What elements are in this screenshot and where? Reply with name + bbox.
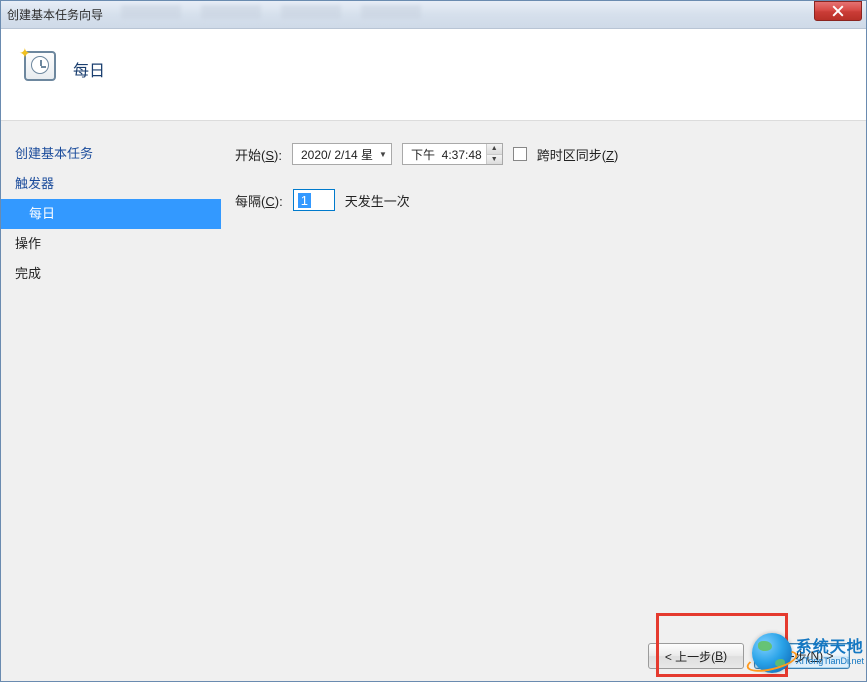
spinner-up-button[interactable]: ▲ — [487, 144, 502, 155]
wizard-body: 创建基本任务 触发器 每日 操作 完成 开始(S): 2020/ 2/14 — [1, 121, 866, 639]
start-label: 开始(S): — [235, 145, 282, 164]
wizard-sidebar: 创建基本任务 触发器 每日 操作 完成 — [1, 121, 221, 639]
chevron-down-icon: ▼ — [379, 150, 387, 159]
next-button[interactable]: 下一步(N) > — [754, 643, 850, 669]
titlebar: 创建基本任务向导 — [1, 1, 866, 29]
wizard-footer: < 上一步(B) 下一步(N) > — [648, 643, 850, 669]
close-button[interactable] — [814, 1, 862, 21]
wizard-content: 开始(S): 2020/ 2/14 星 ▼ 下午 4:37:48 ▲ ▼ — [221, 121, 866, 639]
sync-timezone-checkbox[interactable] — [513, 147, 527, 161]
back-button[interactable]: < 上一步(B) — [648, 643, 744, 669]
sidebar-item-label: 触发器 — [15, 176, 54, 191]
start-row: 开始(S): 2020/ 2/14 星 ▼ 下午 4:37:48 ▲ ▼ — [235, 143, 846, 165]
sidebar-item-trigger[interactable]: 触发器 — [1, 169, 221, 199]
page-title: 每日 — [73, 57, 105, 81]
wizard-header: ✦ 每日 — [1, 29, 866, 121]
sidebar-item-create-task[interactable]: 创建基本任务 — [1, 139, 221, 169]
interval-suffix-label: 天发生一次 — [345, 191, 410, 210]
sidebar-item-label: 完成 — [15, 266, 41, 281]
start-date-picker[interactable]: 2020/ 2/14 星 ▼ — [292, 143, 392, 165]
sidebar-item-label: 操作 — [15, 236, 41, 251]
sidebar-item-action[interactable]: 操作 — [1, 229, 221, 259]
time-value: 下午 4:37:48 — [403, 146, 486, 163]
interval-value: 1 — [298, 193, 311, 208]
close-icon — [832, 5, 844, 17]
window-title: 创建基本任务向导 — [7, 6, 103, 23]
titlebar-blur-decor — [121, 5, 521, 23]
time-spinner: ▲ ▼ — [486, 144, 502, 164]
schedule-icon: ✦ — [21, 47, 57, 83]
spinner-down-button[interactable]: ▼ — [487, 155, 502, 165]
sidebar-item-finish[interactable]: 完成 — [1, 259, 221, 289]
sidebar-item-daily[interactable]: 每日 — [1, 199, 221, 229]
interval-label: 每隔(C): — [235, 191, 283, 210]
interval-input[interactable]: 1 — [293, 189, 335, 211]
date-value: 2020/ 2/14 星 — [301, 146, 373, 163]
interval-row: 每隔(C): 1 天发生一次 — [235, 189, 846, 211]
start-time-picker[interactable]: 下午 4:37:48 ▲ ▼ — [402, 143, 503, 165]
wizard-window: 创建基本任务向导 ✦ 每日 创建基本任务 触发器 每日 — [0, 0, 867, 682]
sync-timezone-label: 跨时区同步(Z) — [537, 145, 619, 164]
sidebar-item-label: 创建基本任务 — [15, 146, 93, 161]
sidebar-item-label: 每日 — [29, 206, 55, 221]
